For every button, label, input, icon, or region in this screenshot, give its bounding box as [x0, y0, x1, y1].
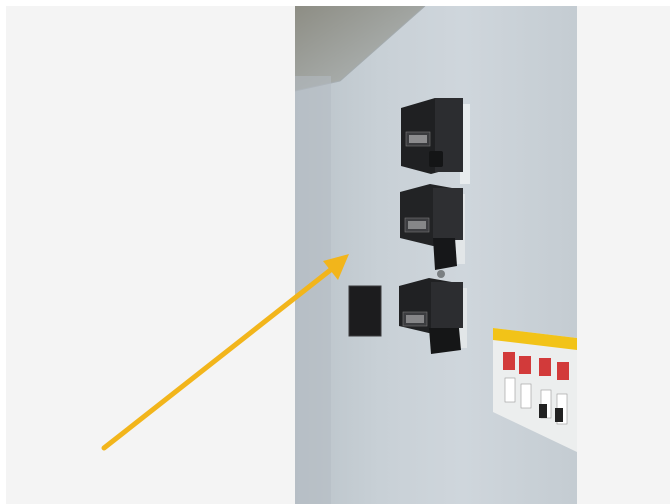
wall-plate	[348, 285, 382, 337]
meter-middle	[400, 184, 465, 278]
wall-photo	[295, 6, 577, 504]
meter-top	[401, 98, 470, 184]
wall-fixtures	[295, 76, 577, 504]
image-canvas	[6, 6, 670, 504]
meter-bottom	[399, 278, 467, 354]
breaker-panel	[493, 328, 577, 452]
